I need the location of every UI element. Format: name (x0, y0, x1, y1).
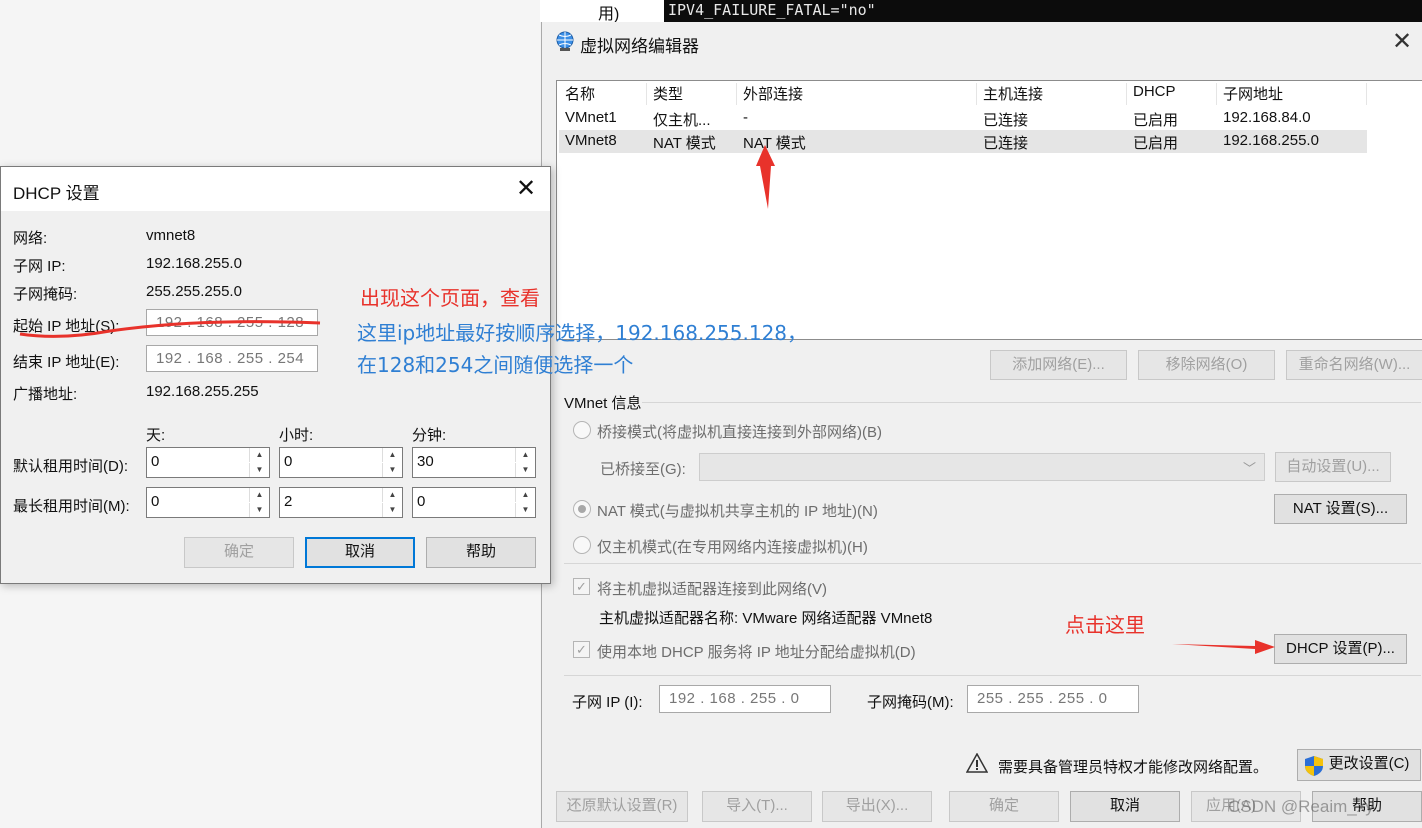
annotation-blue-line-2: 在128和254之间随便选择一个 (357, 353, 634, 377)
red-arrow-up (756, 145, 775, 209)
annotation-layer (19, 145, 1275, 654)
annotation-blue-line-1: 这里ip地址最好按顺序选择，192.168.255.128， (357, 321, 808, 345)
annotation-appear-text: 出现这个页面，查看 (360, 286, 540, 310)
red-arrow-right (1172, 640, 1275, 654)
red-underline (19, 320, 321, 338)
watermark: CSDN @Reaim_xy (1228, 797, 1374, 816)
annotation-click-here: 点击这里 (1065, 613, 1145, 637)
